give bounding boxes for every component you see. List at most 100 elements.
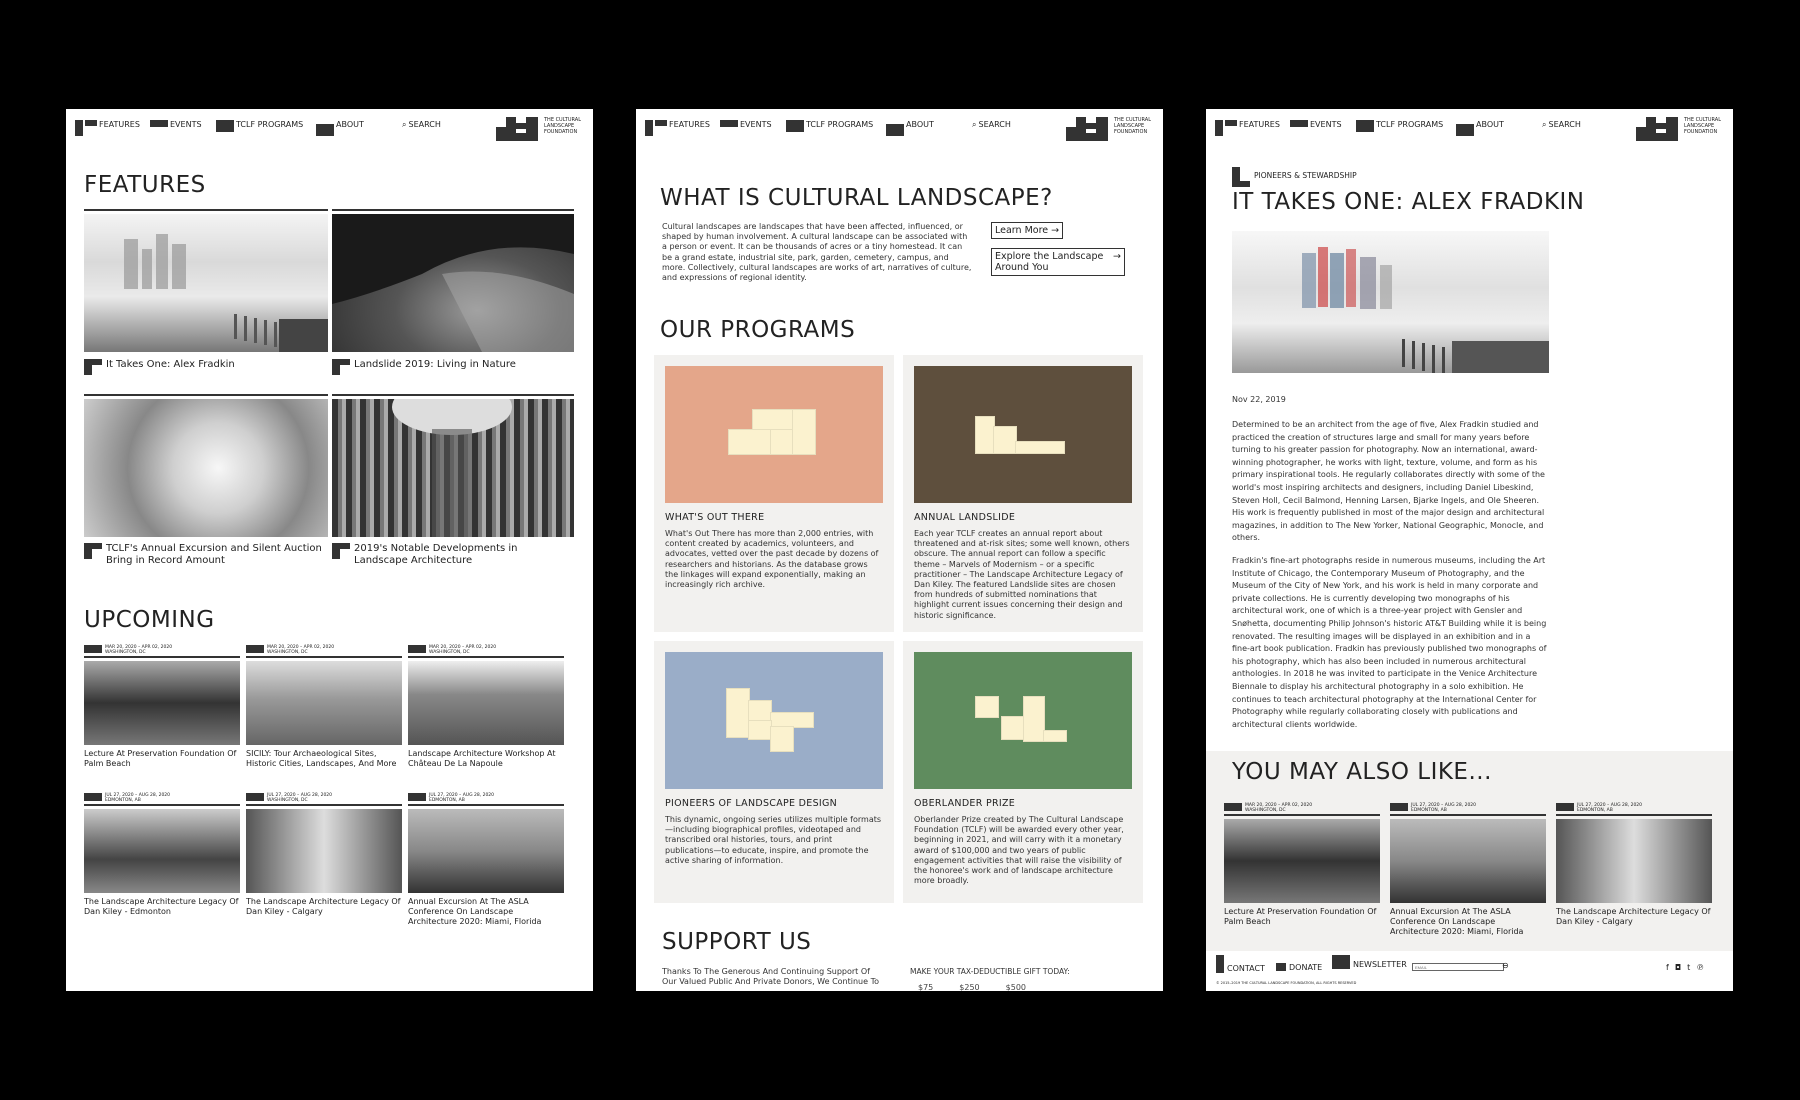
related-card[interactable]: JUL 27, 2020 – AUG 28, 2020 EDMONTON, AB … [1390, 803, 1546, 936]
feature-caption[interactable]: TCLF's Annual Excursion and Silent Aucti… [84, 543, 328, 567]
features-heading: FEATURES [84, 172, 206, 198]
tclf-logo[interactable]: THE CULTURAL LANDSCAPE FOUNDATION [1636, 117, 1724, 141]
nav-features[interactable]: FEATURES [75, 120, 140, 136]
event-image [84, 661, 240, 745]
submit-arrow-icon[interactable]: ⊖ [1502, 961, 1509, 970]
footer-contact[interactable]: CONTACT [1216, 955, 1265, 973]
program-text: Each year TCLF creates an annual report … [914, 529, 1130, 620]
event-card[interactable]: JUL 27, 2020 – AUG 28, 2020 EDMONTON, AB … [84, 793, 240, 916]
event-image [1556, 819, 1712, 903]
tclf-logo-mark [496, 117, 540, 141]
feature-mark-icon [84, 543, 92, 559]
related-card[interactable]: MAR 20, 2020 – APR 02, 2020 WASHINGTON, D… [1224, 803, 1380, 926]
event-card[interactable]: JUL 27, 2020 – AUG 28, 2020 WASHINGTON, D… [246, 793, 402, 916]
copyright: © 2015–2019 THE CULTURAL LANDSCAPE FOUND… [1216, 981, 1357, 985]
nav-programs[interactable]: TCLF PROGRAMS [216, 120, 303, 132]
category-mark-icon [1232, 167, 1240, 187]
nav-about[interactable]: ABOUT [1456, 120, 1504, 136]
feature-caption[interactable]: It Takes One: Alex Fradkin [84, 359, 328, 375]
gift-amount-button[interactable]: $500 [1006, 983, 1026, 991]
fog-city-image [1302, 247, 1549, 373]
fog-city-image [124, 234, 328, 352]
nav-search[interactable]: ⌕ SEARCH [1542, 120, 1581, 130]
footer-donate[interactable]: DONATE [1276, 963, 1322, 972]
article-title: IT TAKES ONE: ALEX FRADKIN [1232, 189, 1585, 215]
explore-landscape-button[interactable]: Explore the Landscape Around You → [991, 248, 1125, 276]
event-image [246, 809, 402, 893]
support-text: Thanks To The Generous And Continuing Su… [662, 967, 880, 987]
programs-mark-icon [786, 120, 804, 132]
feature-caption[interactable]: 2019's Notable Developments in Landscape… [332, 543, 574, 567]
learn-more-button[interactable]: Learn More → [991, 222, 1064, 239]
tclf-logo[interactable]: THE CULTURAL LANDSCAPE FOUNDATION [1066, 117, 1154, 141]
program-swatch [665, 366, 883, 503]
divider [332, 394, 574, 396]
nav-features[interactable]: FEATURES [645, 120, 710, 136]
instagram-icon[interactable]: ◘ [1675, 963, 1681, 972]
article-date: Nov 22, 2019 [1232, 395, 1286, 404]
about-mark-icon [316, 124, 334, 136]
divider [84, 394, 328, 396]
feature-mark-icon [332, 359, 340, 375]
program-card-annual-landslide[interactable]: ANNUAL LANDSLIDE Each year TCLF creates … [903, 355, 1143, 632]
program-text: This dynamic, ongoing series utilizes mu… [665, 815, 882, 865]
related-card[interactable]: JUL 27, 2020 – AUG 28, 2020 EDMONTON, AB … [1556, 803, 1712, 926]
gift-label: MAKE YOUR TAX-DEDUCTIBLE GIFT TODAY: [910, 967, 1070, 976]
article-paragraph-2: Fradkin's fine-art photographs reside in… [1232, 556, 1547, 729]
gift-amount-button[interactable]: $250 [959, 983, 979, 991]
features-mark-icon [1215, 120, 1223, 136]
program-title: ANNUAL LANDSLIDE [914, 512, 1016, 523]
nav-search[interactable]: ⌕ SEARCH [402, 120, 441, 130]
nav-programs[interactable]: TCLF PROGRAMS [1356, 120, 1443, 132]
program-card-oberlander[interactable]: OBERLANDER PRIZE Oberlander Prize create… [903, 641, 1143, 903]
event-card[interactable]: MAR 20, 2020 – APR 02, 2020 WASHINGTON, D… [408, 645, 564, 768]
nav-events[interactable]: EVENTS [720, 120, 772, 129]
twitter-icon[interactable]: t [1687, 963, 1690, 972]
program-card-pioneers[interactable]: PIONEERS OF LANDSCAPE DESIGN This dynami… [654, 641, 894, 903]
feature-image-forest[interactable] [332, 214, 574, 352]
nav-search[interactable]: ⌕ SEARCH [972, 120, 1011, 130]
event-card[interactable]: JUL 27, 2020 – AUG 28, 2020 EDMONTON, AB … [408, 793, 564, 926]
feature-image-sculpture[interactable] [84, 399, 328, 537]
facebook-icon[interactable]: f [1666, 963, 1669, 972]
newsletter-email-input[interactable] [1412, 963, 1504, 971]
programs-page: FEATURES EVENTS TCLF PROGRAMS ABOUT ⌕ SEA… [636, 109, 1163, 991]
forest-image [332, 214, 574, 352]
nav-about[interactable]: ABOUT [886, 120, 934, 136]
features-page: FEATURES EVENTS TCLF PROGRAMS ABOUT ⌕ SEA… [66, 109, 593, 991]
gift-amounts: $75 $250 $500 [918, 983, 1026, 991]
events-mark-icon [1290, 120, 1308, 127]
also-like-heading: YOU MAY ALSO LIKE... [1232, 759, 1492, 785]
nav-events[interactable]: EVENTS [150, 120, 202, 129]
feature-caption[interactable]: Landslide 2019: Living in Nature [332, 359, 574, 375]
event-card[interactable]: MAR 20, 2020 – APR 02, 2020 WASHINGTON, D… [84, 645, 240, 768]
category-label[interactable]: PIONEERS & STEWARDSHIP [1232, 167, 1357, 187]
aerial-image [392, 399, 512, 537]
event-image [408, 661, 564, 745]
events-mark-icon [720, 120, 738, 127]
programs-mark-icon [1356, 120, 1374, 132]
program-swatch [665, 652, 883, 789]
tclf-logo-mark [1636, 117, 1680, 141]
features-mark-icon [645, 120, 653, 136]
nav-about[interactable]: ABOUT [316, 120, 364, 136]
pinterest-icon[interactable]: ℗ [1696, 963, 1704, 972]
search-icon: ⌕ [1542, 120, 1547, 129]
gift-amount-button[interactable]: $75 [918, 983, 933, 991]
event-card[interactable]: MAR 20, 2020 – APR 02, 2020 WASHINGTON, D… [246, 645, 402, 768]
tclf-logo[interactable]: THE CULTURAL LANDSCAPE FOUNDATION [496, 117, 584, 141]
nav-programs[interactable]: TCLF PROGRAMS [786, 120, 873, 132]
divider [84, 209, 328, 211]
search-icon: ⌕ [972, 120, 977, 129]
feature-image-fog-city[interactable] [84, 214, 328, 352]
footer-newsletter[interactable]: NEWSLETTER [1332, 955, 1407, 969]
nav-events[interactable]: EVENTS [1290, 120, 1342, 129]
feature-image-aerial[interactable] [332, 399, 574, 537]
article-paragraph-1: Determined to be an architect from the a… [1232, 420, 1545, 543]
program-card-whats-out-there[interactable]: WHAT'S OUT THERE What's Out There has mo… [654, 355, 894, 632]
event-image [1390, 819, 1546, 903]
event-image [246, 661, 402, 745]
nav-features[interactable]: FEATURES [1215, 120, 1280, 136]
article-page: FEATURES EVENTS TCLF PROGRAMS ABOUT ⌕ SEA… [1206, 109, 1733, 991]
program-text: What's Out There has more than 2,000 ent… [665, 529, 879, 590]
